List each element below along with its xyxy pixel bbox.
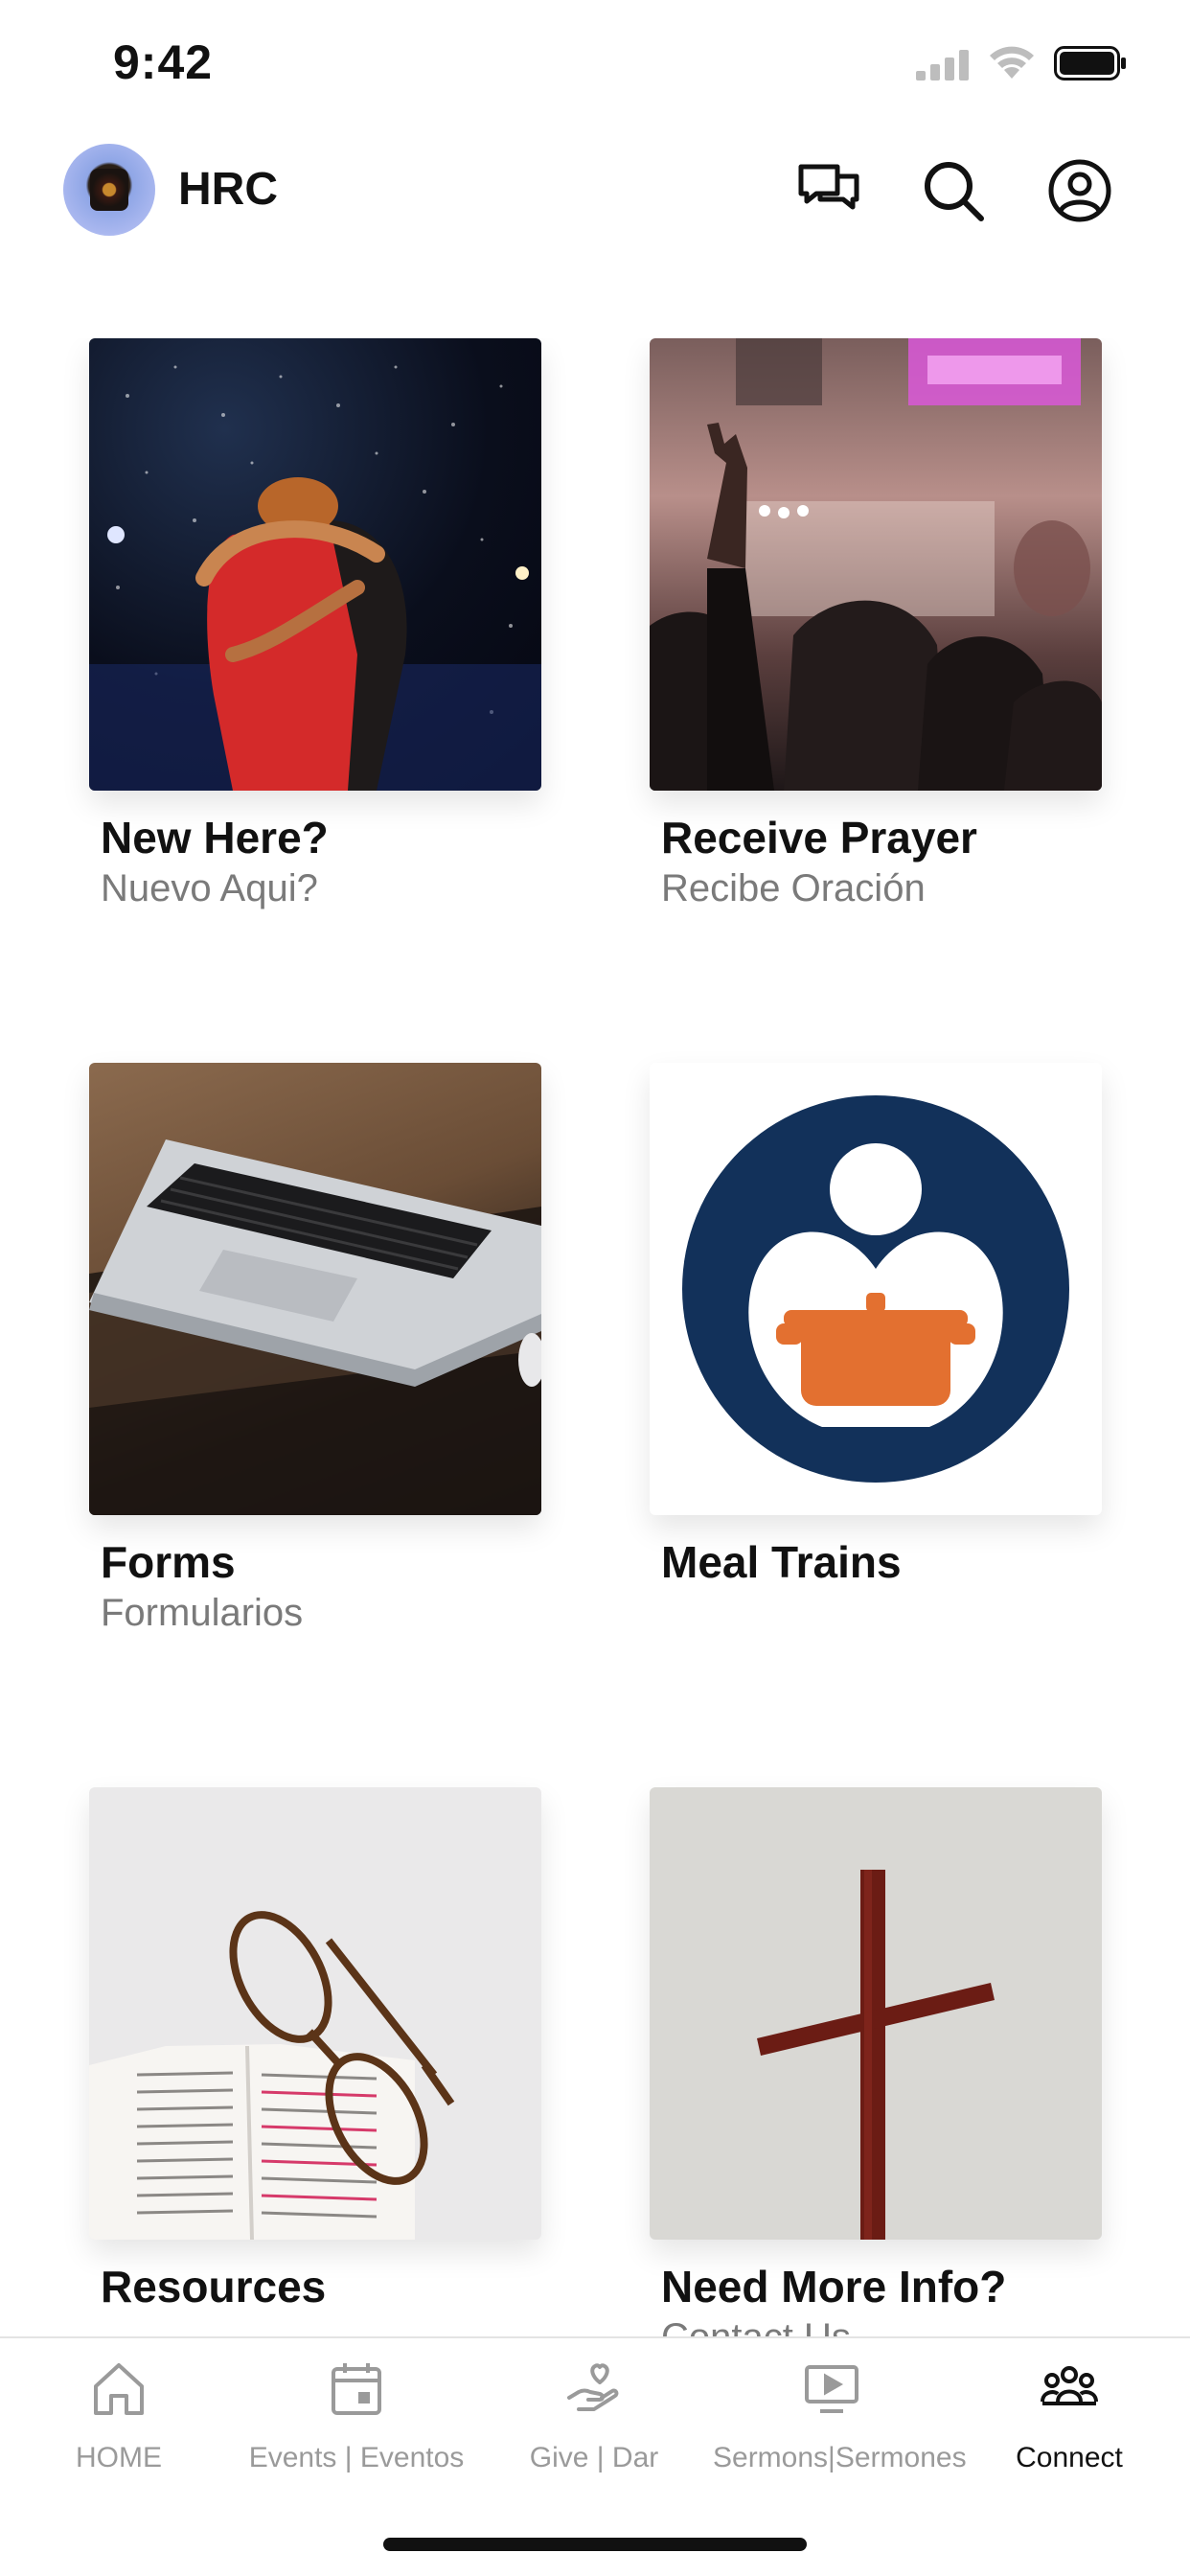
- card-title: Need More Info?: [661, 2262, 1007, 2312]
- connect-grid: New Here? Nuevo Aqui? Receive Prayer Rec…: [0, 338, 1190, 2336]
- card-title: Meal Trains: [661, 1537, 902, 1587]
- card-title: Resources: [101, 2262, 327, 2312]
- tab-label: Sermons|Sermones: [713, 2442, 967, 2473]
- worship-photo: [650, 338, 1102, 791]
- card-new-here[interactable]: New Here? Nuevo Aqui?: [89, 338, 541, 909]
- meal-train-logo: [650, 1063, 1102, 1515]
- calendar-icon: [328, 2359, 385, 2417]
- tab-sermons[interactable]: Sermons|Sermones: [713, 2359, 967, 2494]
- card-need-more-info[interactable]: Need More Info? Contact Us: [650, 1787, 1102, 2336]
- chat-icon[interactable]: [795, 157, 862, 224]
- card-resources[interactable]: Resources: [89, 1787, 541, 2312]
- app-title: HRC: [178, 164, 278, 215]
- tab-label: HOME: [76, 2442, 162, 2473]
- search-icon[interactable]: [920, 157, 987, 224]
- church-logo-icon: [90, 169, 128, 211]
- card-meal-trains[interactable]: Meal Trains: [650, 1063, 1102, 1587]
- status-bar: 9:42: [0, 0, 1190, 134]
- battery-icon: [1054, 46, 1126, 80]
- card-subtitle: Contact Us: [661, 2316, 851, 2336]
- wifi-icon: [990, 46, 1034, 79]
- card-subtitle: Recibe Oración: [661, 867, 926, 909]
- cross-photo: [650, 1787, 1102, 2240]
- status-time: 9:42: [113, 35, 214, 89]
- app-header: HRC: [0, 134, 1190, 249]
- card-title: Receive Prayer: [661, 813, 977, 862]
- tab-home[interactable]: HOME: [0, 2359, 238, 2494]
- card-forms[interactable]: Forms Formularios: [89, 1063, 541, 1634]
- video-icon: [803, 2359, 860, 2417]
- signal-icon: [916, 50, 969, 80]
- card-receive-prayer[interactable]: Receive Prayer Recibe Oración: [650, 338, 1102, 909]
- bible-glasses-photo: [89, 1787, 541, 2240]
- tab-give[interactable]: Give | Dar: [475, 2359, 713, 2494]
- home-icon: [90, 2359, 148, 2417]
- hug-photo: [89, 338, 541, 791]
- profile-icon[interactable]: [1046, 157, 1113, 224]
- home-indicator: [383, 2538, 807, 2551]
- people-icon: [1041, 2359, 1098, 2417]
- tab-connect[interactable]: Connect: [950, 2359, 1188, 2494]
- tab-label: Give | Dar: [529, 2442, 659, 2473]
- card-subtitle: Formularios: [101, 1592, 304, 1634]
- card-title: Forms: [101, 1537, 236, 1587]
- card-subtitle: Nuevo Aqui?: [101, 867, 318, 909]
- tab-label: Events | Eventos: [248, 2442, 465, 2473]
- laptop-photo: [89, 1063, 541, 1515]
- tab-events[interactable]: Events | Eventos: [238, 2359, 475, 2494]
- give-icon: [565, 2359, 623, 2417]
- card-title: New Here?: [101, 813, 329, 862]
- church-logo-avatar[interactable]: [63, 144, 155, 236]
- tab-label: Connect: [1016, 2442, 1123, 2473]
